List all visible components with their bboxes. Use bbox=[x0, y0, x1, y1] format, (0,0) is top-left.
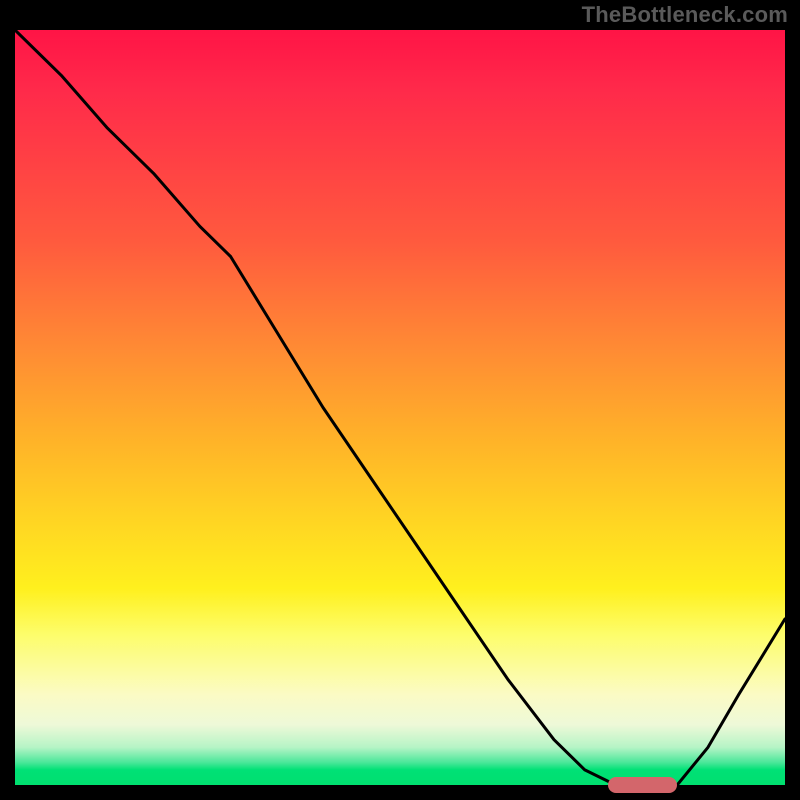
watermark-text: TheBottleneck.com bbox=[582, 2, 788, 28]
bottleneck-curve bbox=[15, 30, 785, 785]
optimal-range-marker bbox=[608, 777, 677, 793]
bottleneck-gradient-plot bbox=[15, 30, 785, 785]
